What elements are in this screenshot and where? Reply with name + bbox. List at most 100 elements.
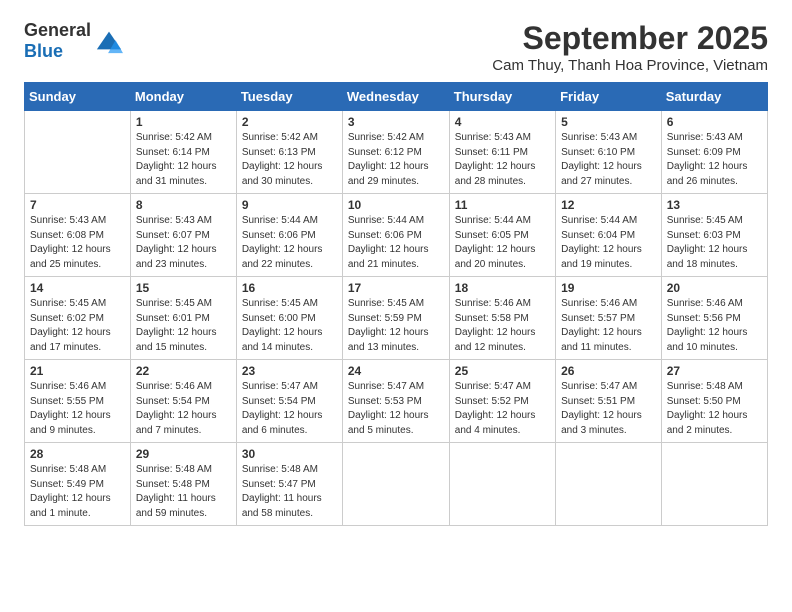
logo-general: General [24, 20, 91, 40]
day-info: Sunrise: 5:44 AM Sunset: 6:06 PM Dayligh… [242, 214, 337, 272]
day-number: 11 [455, 198, 550, 212]
calendar-header-row: SundayMondayTuesdayWednesdayThursdayFrid… [25, 83, 768, 111]
day-number: 8 [136, 198, 231, 212]
calendar-cell [342, 443, 449, 526]
calendar-week-4: 21 Sunrise: 5:46 AM Sunset: 5:55 PM Dayli… [25, 360, 768, 443]
calendar-cell: 12Sunrise: 5:44 AM Sunset: 6:04 PM Dayli… [556, 194, 662, 277]
calendar-cell: 26Sunrise: 5:47 AM Sunset: 5:51 PM Dayli… [556, 360, 662, 443]
day-number: 17 [348, 281, 444, 295]
day-number: 2 [242, 115, 337, 129]
calendar-cell: 1Sunrise: 5:42 AM Sunset: 6:14 PM Daylig… [130, 111, 236, 194]
day-number: 21 [30, 364, 125, 378]
day-info: Sunrise: 5:46 AM Sunset: 5:55 PM Dayligh… [30, 380, 125, 438]
day-number: 1 [136, 115, 231, 129]
day-info: Sunrise: 5:45 AM Sunset: 6:01 PM Dayligh… [136, 297, 231, 355]
calendar-cell: 22Sunrise: 5:46 AM Sunset: 5:54 PM Dayli… [130, 360, 236, 443]
calendar-cell: 29 Sunrise: 5:48 AM Sunset: 5:48 PM Dayli… [130, 443, 236, 526]
weekday-header-thursday: Thursday [449, 83, 555, 111]
day-info: Sunrise: 5:43 AM Sunset: 6:11 PM Dayligh… [455, 131, 550, 189]
day-info: Sunrise: 5:46 AM Sunset: 5:57 PM Dayligh… [561, 297, 656, 355]
calendar-week-3: 14 Sunrise: 5:45 AM Sunset: 6:02 PM Dayli… [25, 277, 768, 360]
day-number: 27 [667, 364, 762, 378]
day-info: Sunrise: 5:43 AM Sunset: 6:09 PM Dayligh… [667, 131, 762, 189]
day-info: Sunrise: 5:46 AM Sunset: 5:56 PM Dayligh… [667, 297, 762, 355]
calendar-week-5: 28 Sunrise: 5:48 AM Sunset: 5:49 PM Dayli… [25, 443, 768, 526]
month-title: September 2025 [492, 20, 768, 57]
day-number: 14 [30, 281, 125, 295]
calendar-cell: 16 Sunrise: 5:45 AM Sunset: 6:00 PM Dayli… [236, 277, 342, 360]
calendar-cell [25, 111, 131, 194]
day-number: 24 [348, 364, 444, 378]
calendar-cell: 13 Sunrise: 5:45 AM Sunset: 6:03 PM Dayli… [661, 194, 767, 277]
calendar-cell: 25Sunrise: 5:47 AM Sunset: 5:52 PM Dayli… [449, 360, 555, 443]
day-number: 5 [561, 115, 656, 129]
weekday-header-friday: Friday [556, 83, 662, 111]
calendar-table: SundayMondayTuesdayWednesdayThursdayFrid… [24, 82, 768, 526]
calendar-cell [556, 443, 662, 526]
calendar-cell: 5 Sunrise: 5:43 AM Sunset: 6:10 PM Daylig… [556, 111, 662, 194]
day-info: Sunrise: 5:42 AM Sunset: 6:12 PM Dayligh… [348, 131, 444, 189]
calendar-cell [661, 443, 767, 526]
day-info: Sunrise: 5:48 AM Sunset: 5:48 PM Dayligh… [136, 463, 231, 521]
calendar-cell: 21 Sunrise: 5:46 AM Sunset: 5:55 PM Dayli… [25, 360, 131, 443]
calendar-cell: 19 Sunrise: 5:46 AM Sunset: 5:57 PM Dayli… [556, 277, 662, 360]
calendar-cell: 28 Sunrise: 5:48 AM Sunset: 5:49 PM Dayli… [25, 443, 131, 526]
calendar-cell: 17 Sunrise: 5:45 AM Sunset: 5:59 PM Dayli… [342, 277, 449, 360]
calendar-week-1: 1Sunrise: 5:42 AM Sunset: 6:14 PM Daylig… [25, 111, 768, 194]
logo-icon [95, 27, 123, 55]
title-block: September 2025 Cam Thuy, Thanh Hoa Provi… [492, 20, 768, 74]
calendar-cell: 30 Sunrise: 5:48 AM Sunset: 5:47 PM Dayli… [236, 443, 342, 526]
page-header: General Blue September 2025 Cam Thuy, Th… [24, 20, 768, 74]
day-number: 6 [667, 115, 762, 129]
calendar-cell: 15 Sunrise: 5:45 AM Sunset: 6:01 PM Dayli… [130, 277, 236, 360]
day-number: 22 [136, 364, 231, 378]
day-number: 20 [667, 281, 762, 295]
day-number: 23 [242, 364, 337, 378]
day-info: Sunrise: 5:44 AM Sunset: 6:04 PM Dayligh… [561, 214, 656, 272]
day-number: 29 [136, 447, 231, 461]
weekday-header-tuesday: Tuesday [236, 83, 342, 111]
calendar-cell: 6 Sunrise: 5:43 AM Sunset: 6:09 PM Daylig… [661, 111, 767, 194]
day-info: Sunrise: 5:45 AM Sunset: 6:03 PM Dayligh… [667, 214, 762, 272]
calendar-week-2: 7Sunrise: 5:43 AM Sunset: 6:08 PM Daylig… [25, 194, 768, 277]
weekday-header-monday: Monday [130, 83, 236, 111]
day-info: Sunrise: 5:45 AM Sunset: 6:02 PM Dayligh… [30, 297, 125, 355]
day-info: Sunrise: 5:46 AM Sunset: 5:58 PM Dayligh… [455, 297, 550, 355]
day-number: 3 [348, 115, 444, 129]
day-number: 18 [455, 281, 550, 295]
calendar-cell: 3 Sunrise: 5:42 AM Sunset: 6:12 PM Daylig… [342, 111, 449, 194]
day-number: 28 [30, 447, 125, 461]
day-info: Sunrise: 5:48 AM Sunset: 5:49 PM Dayligh… [30, 463, 125, 521]
day-info: Sunrise: 5:47 AM Sunset: 5:51 PM Dayligh… [561, 380, 656, 438]
day-info: Sunrise: 5:45 AM Sunset: 6:00 PM Dayligh… [242, 297, 337, 355]
day-number: 7 [30, 198, 125, 212]
day-number: 13 [667, 198, 762, 212]
day-number: 15 [136, 281, 231, 295]
calendar-cell: 27 Sunrise: 5:48 AM Sunset: 5:50 PM Dayli… [661, 360, 767, 443]
logo: General Blue [24, 20, 123, 62]
day-info: Sunrise: 5:48 AM Sunset: 5:50 PM Dayligh… [667, 380, 762, 438]
weekday-header-saturday: Saturday [661, 83, 767, 111]
calendar-cell: 7Sunrise: 5:43 AM Sunset: 6:08 PM Daylig… [25, 194, 131, 277]
day-info: Sunrise: 5:42 AM Sunset: 6:13 PM Dayligh… [242, 131, 337, 189]
day-number: 30 [242, 447, 337, 461]
calendar-cell: 24Sunrise: 5:47 AM Sunset: 5:53 PM Dayli… [342, 360, 449, 443]
day-info: Sunrise: 5:48 AM Sunset: 5:47 PM Dayligh… [242, 463, 337, 521]
day-number: 10 [348, 198, 444, 212]
logo-text: General Blue [24, 20, 91, 62]
day-number: 19 [561, 281, 656, 295]
day-number: 16 [242, 281, 337, 295]
calendar-cell: 23 Sunrise: 5:47 AM Sunset: 5:54 PM Dayli… [236, 360, 342, 443]
location-title: Cam Thuy, Thanh Hoa Province, Vietnam [492, 57, 768, 74]
calendar-cell: 11Sunrise: 5:44 AM Sunset: 6:05 PM Dayli… [449, 194, 555, 277]
day-info: Sunrise: 5:45 AM Sunset: 5:59 PM Dayligh… [348, 297, 444, 355]
day-info: Sunrise: 5:43 AM Sunset: 6:07 PM Dayligh… [136, 214, 231, 272]
day-info: Sunrise: 5:43 AM Sunset: 6:10 PM Dayligh… [561, 131, 656, 189]
calendar-cell: 8 Sunrise: 5:43 AM Sunset: 6:07 PM Daylig… [130, 194, 236, 277]
calendar-cell: 4 Sunrise: 5:43 AM Sunset: 6:11 PM Daylig… [449, 111, 555, 194]
calendar-cell: 2 Sunrise: 5:42 AM Sunset: 6:13 PM Daylig… [236, 111, 342, 194]
day-number: 4 [455, 115, 550, 129]
day-info: Sunrise: 5:47 AM Sunset: 5:54 PM Dayligh… [242, 380, 337, 438]
calendar-cell: 18 Sunrise: 5:46 AM Sunset: 5:58 PM Dayli… [449, 277, 555, 360]
calendar-cell: 9Sunrise: 5:44 AM Sunset: 6:06 PM Daylig… [236, 194, 342, 277]
